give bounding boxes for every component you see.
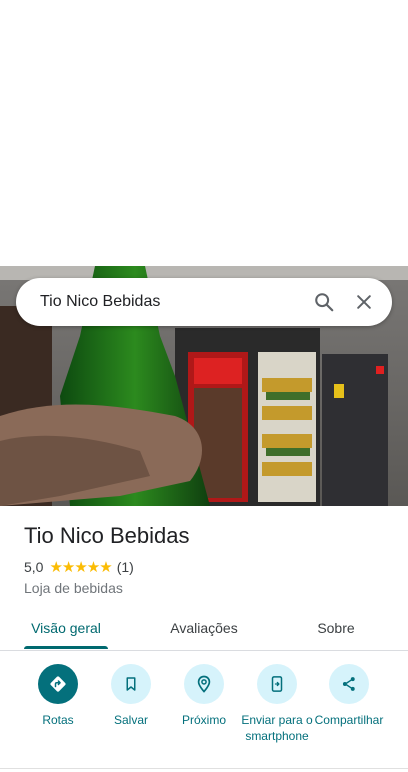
send-to-phone-icon [257, 664, 297, 704]
place-category: Loja de bebidas [24, 580, 123, 596]
nearby-label: Próximo [181, 713, 226, 727]
nearby-button[interactable]: Próximo [168, 664, 240, 728]
search-bar[interactable]: Tio Nico Bebidas [16, 278, 392, 326]
search-icon[interactable] [312, 290, 336, 314]
tab-overview[interactable]: Visão geral [24, 606, 108, 650]
send-to-phone-button[interactable]: Enviar para o smartphone [241, 664, 313, 744]
review-count: (1) [116, 559, 134, 575]
tab-overview-label: Visão geral [31, 620, 101, 636]
star-rating-icon: ★★★★★ [49, 559, 112, 576]
tab-reviews[interactable]: Avaliações [158, 606, 250, 650]
share-label: Compartilhar [314, 713, 384, 727]
share-icon [329, 664, 369, 704]
directions-icon [38, 664, 78, 704]
action-bar: Rotas Salvar Próximo Enviar para o smart… [0, 664, 408, 764]
place-info: Tio Nico Bebidas 5,0 ★★★★★ (1) Loja de b… [24, 522, 394, 596]
directions-button[interactable]: Rotas [22, 664, 94, 728]
nearby-icon [184, 664, 224, 704]
save-button[interactable]: Salvar [95, 664, 167, 728]
tab-reviews-label: Avaliações [170, 620, 238, 636]
tab-bar: Visão geral Avaliações Sobre [0, 606, 408, 651]
directions-label: Rotas [42, 713, 74, 727]
rating-value: 5,0 [24, 559, 44, 575]
rating-row[interactable]: 5,0 ★★★★★ (1) [24, 558, 394, 576]
divider [0, 768, 408, 769]
map-area[interactable] [0, 0, 408, 266]
search-query[interactable]: Tio Nico Bebidas [16, 293, 312, 311]
tab-about-label: Sobre [317, 620, 355, 636]
share-button[interactable]: Compartilhar [313, 664, 385, 728]
save-label: Salvar [113, 713, 148, 727]
tab-about[interactable]: Sobre [300, 606, 372, 650]
active-tab-indicator [24, 646, 108, 649]
bookmark-icon [111, 664, 151, 704]
close-icon[interactable] [352, 290, 376, 314]
send-to-phone-label: Enviar para o smartphone [241, 713, 313, 743]
place-title: Tio Nico Bebidas [24, 523, 190, 548]
